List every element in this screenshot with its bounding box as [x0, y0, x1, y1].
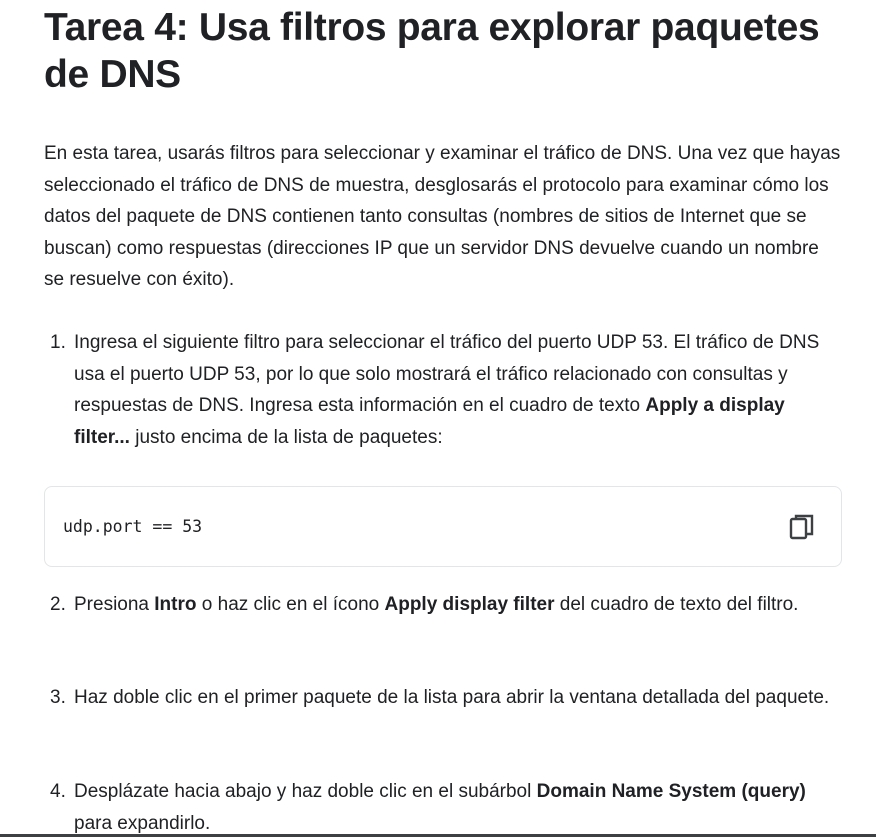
step-text: Desplázate hacia abajo y haz doble clic …	[74, 776, 844, 839]
list-item: 3. Haz doble clic en el primer paquete d…	[44, 682, 844, 714]
step-number: 4.	[50, 781, 66, 802]
page-title: Tarea 4: Usa filtros para explorar paque…	[44, 6, 820, 96]
step-number: 2.	[50, 594, 66, 615]
list-item: 4. Desplázate hacia abajo y haz doble cl…	[44, 776, 844, 839]
step-text-part: justo encima de la lista de paquetes:	[129, 426, 443, 448]
step-text-part: Desplázate hacia abajo y haz doble clic …	[74, 781, 537, 802]
copy-button[interactable]	[789, 513, 815, 541]
step-text-part: del cuadro de texto del filtro.	[554, 594, 799, 615]
step-number: 3.	[50, 687, 66, 708]
step-text-part: Presiona	[74, 594, 155, 615]
step-text-part: para expandirlo.	[74, 812, 211, 834]
step-text: Ingresa el siguiente filtro para selecci…	[74, 327, 844, 453]
code-text[interactable]: udp.port == 53	[63, 517, 202, 536]
list-item: 1. Ingresa el siguiente filtro para sele…	[44, 327, 844, 453]
step-bold-text: Domain Name System (query)	[536, 781, 806, 802]
step-number: 1.	[50, 332, 66, 353]
copy-icon	[789, 514, 814, 540]
intro-paragraph: En esta tarea, usarás filtros para selec…	[44, 143, 841, 290]
step-text: Presiona Intro o haz clic en el ícono Ap…	[74, 589, 844, 621]
step-bold-text: Intro	[154, 594, 197, 615]
list-item: 2. Presiona Intro o haz clic en el ícono…	[44, 589, 844, 621]
step-text-part: o haz clic en el ícono	[196, 594, 385, 615]
code-block: udp.port == 53	[44, 486, 842, 567]
step-text: Haz doble clic en el primer paquete de l…	[74, 687, 830, 708]
step-bold-text: Apply display filter	[384, 594, 555, 615]
